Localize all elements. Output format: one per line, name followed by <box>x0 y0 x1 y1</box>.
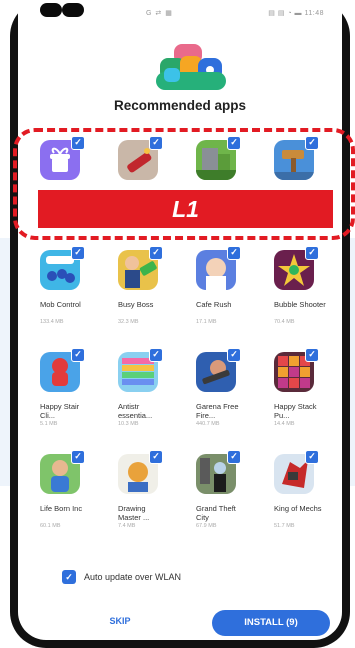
app-size: 32.3 MB <box>118 319 139 325</box>
app-name: Grand Theft City <box>196 504 236 522</box>
app-select-checkbox[interactable]: ✓ <box>305 246 319 260</box>
app-select-checkbox[interactable]: ✓ <box>149 246 163 260</box>
app-name: Happy Stair Cli... <box>40 402 80 420</box>
app-size: 67.9 MB <box>196 523 217 529</box>
app-size: 133.4 MB <box>40 319 64 325</box>
app-select-checkbox[interactable]: ✓ <box>71 246 85 260</box>
app-name: Bubble Shooter <box>274 300 326 309</box>
auto-update-label: Auto update over WLAN <box>84 572 182 582</box>
app-size: 60.1 MB <box>40 523 61 529</box>
skip-button[interactable]: SKIP <box>90 610 150 632</box>
app-size: 70.4 MB <box>274 319 295 325</box>
annotation-l1-label: L1 <box>38 190 333 228</box>
app-name: Happy Stack Pu... <box>274 402 317 420</box>
app-name: Busy Boss <box>118 300 154 309</box>
app-select-checkbox[interactable]: ✓ <box>149 348 163 362</box>
status-bar: G ⇄ ▦ ▤ ▤ ◔ ▬ 11:48 <box>18 0 342 24</box>
status-left-icons: G ⇄ ▦ <box>146 10 173 17</box>
app-name: Garena Free Fire... <box>196 402 239 420</box>
app-select-checkbox[interactable]: ✓ <box>305 348 319 362</box>
app-select-checkbox[interactable]: ✓ <box>227 348 241 362</box>
app-name: Antistr essentia... <box>118 402 153 420</box>
app-select-checkbox[interactable]: ✓ <box>71 450 85 464</box>
app-name: King of Mechs <box>274 504 322 513</box>
front-camera <box>40 3 62 17</box>
app-name: Drawing Master ... <box>118 504 150 522</box>
app-select-checkbox[interactable]: ✓ <box>227 450 241 464</box>
app-size: 7.4 MB <box>118 523 136 529</box>
dialog-title: Recommended apps <box>113 98 247 113</box>
app-select-checkbox[interactable]: ✓ <box>305 136 319 150</box>
phone-screen: G ⇄ ▦ ▤ ▤ ◔ ▬ 11:48 Recommended apps ✓ ✓… <box>18 0 342 640</box>
app-size: 5.1 MB <box>40 421 58 427</box>
app-select-checkbox[interactable]: ✓ <box>305 450 319 464</box>
app-bundle-illustration-icon <box>156 44 226 90</box>
app-select-checkbox[interactable]: ✓ <box>71 348 85 362</box>
app-select-checkbox[interactable]: ✓ <box>71 136 85 150</box>
app-size: 51.7 MB <box>274 523 295 529</box>
app-select-checkbox[interactable]: ✓ <box>227 246 241 260</box>
status-right-icons: ▤ ▤ ◔ ▬ 11:48 <box>268 10 324 17</box>
app-select-checkbox[interactable]: ✓ <box>149 450 163 464</box>
app-size: 10.3 MB <box>118 421 139 427</box>
app-name: Life Born Inc <box>40 504 83 513</box>
app-name: Cafe Rush <box>196 300 232 309</box>
phone-frame: G ⇄ ▦ ▤ ▤ ◔ ▬ 11:48 Recommended apps ✓ ✓… <box>10 0 350 648</box>
front-camera-secondary <box>62 3 84 17</box>
auto-update-checkbox[interactable]: ✓ <box>62 570 76 584</box>
install-button[interactable]: INSTALL (9) <box>212 610 330 636</box>
app-name: Mob Control <box>40 300 81 309</box>
app-select-checkbox[interactable]: ✓ <box>227 136 241 150</box>
app-size: 440.7 MB <box>196 421 220 427</box>
app-select-checkbox[interactable]: ✓ <box>149 136 163 150</box>
app-size: 17.1 MB <box>196 319 217 325</box>
app-size: 14.4 MB <box>274 421 295 427</box>
